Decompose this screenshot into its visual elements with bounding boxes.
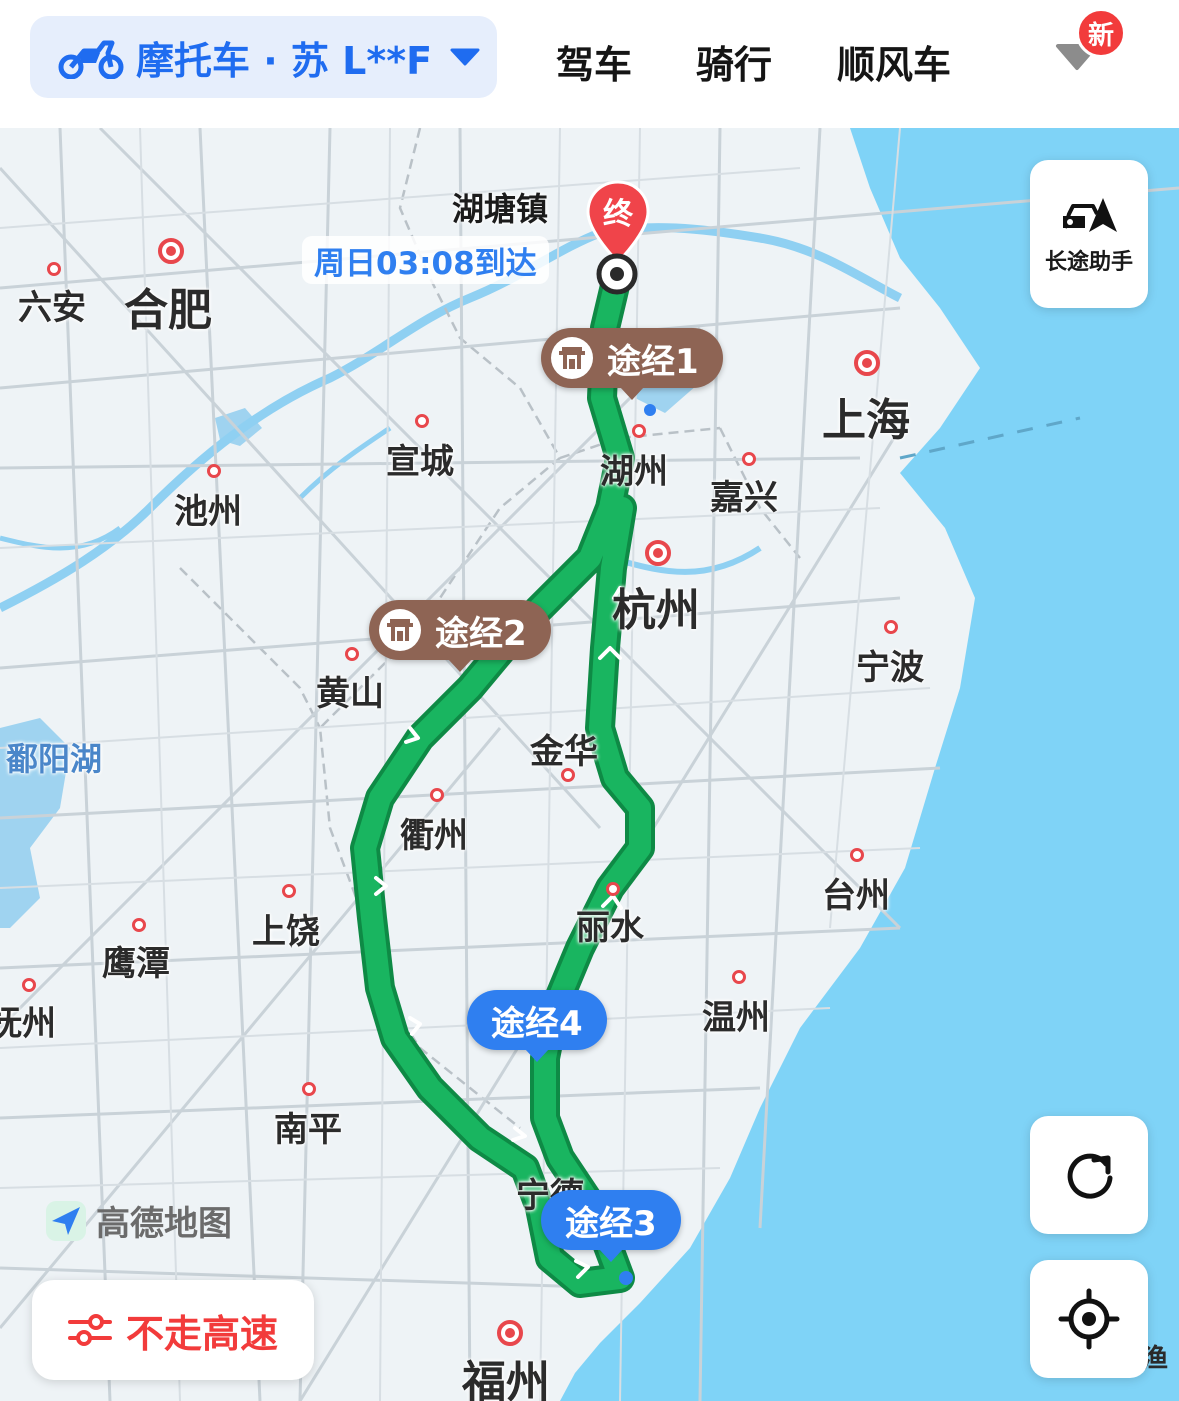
city-label-jiaxing: 嘉兴	[710, 478, 778, 518]
city-label-jinhua: 金华	[530, 732, 598, 772]
city-label-hefei: 合肥	[124, 285, 212, 336]
city-label-wenzhou: 温州	[702, 998, 770, 1038]
waypoint-1-pill[interactable]: 途经1	[541, 328, 723, 400]
city-label-nanping: 南平	[274, 1110, 342, 1150]
city-dot	[732, 970, 746, 984]
city-dot	[632, 424, 646, 438]
tab-drive[interactable]: 驾车	[556, 34, 632, 89]
new-badge: 新	[1076, 8, 1126, 58]
waypoint-4-pill[interactable]: 途经4	[467, 990, 607, 1062]
city-label-yingtan: 鹰潭	[102, 944, 170, 984]
city-dot	[415, 414, 429, 428]
city-dot	[345, 647, 359, 661]
city-label-ningbo: 宁波	[856, 648, 924, 688]
city-label-fuzhou: 福州	[462, 1357, 550, 1401]
capital-dot	[158, 238, 184, 264]
watermark-text: 高德地图	[96, 1204, 232, 1244]
city-dot	[850, 848, 864, 862]
gaode-logo-icon	[46, 1200, 86, 1241]
waypoint-4-label: 途经4	[491, 1003, 583, 1044]
city-dot	[282, 884, 296, 898]
city-label-huzhou: 湖州	[600, 452, 668, 492]
city-label-fuzhou-jiangxi: 抚州	[0, 1004, 56, 1044]
map-view[interactable]: 合肥 六安 上海 宣城 湖州 嘉兴 池州 杭州 宁波 黄山 鄱阳湖 金华 衢州 …	[0, 128, 1179, 1401]
destination-name: 湖塘镇	[452, 190, 549, 228]
avoid-highway-label: 不走高速	[125, 1311, 278, 1356]
locate-icon	[1058, 1288, 1120, 1350]
locate-button[interactable]	[1030, 1260, 1148, 1378]
city-dot	[132, 918, 146, 932]
avoid-highway-button[interactable]: 不走高速	[32, 1280, 314, 1380]
city-label-huangshan: 黄山	[316, 674, 384, 714]
tab-ride[interactable]: 骑行	[696, 34, 772, 89]
lake-label-poyang: 鄱阳湖	[6, 740, 103, 778]
city-label-quzhou: 衢州	[400, 816, 468, 856]
route-line	[350, 258, 655, 1298]
gaode-watermark: 高德地图	[44, 1196, 232, 1245]
long-trip-assistant-button[interactable]: 长途助手	[1030, 160, 1148, 308]
city-dot	[884, 620, 898, 634]
city-label-xuancheng: 宣城	[386, 442, 454, 482]
waypoint-3-pill[interactable]: 途经3	[541, 1190, 681, 1262]
top-bar: 摩托车 · 苏 L**F 驾车 骑行 顺风车 新	[0, 0, 1179, 128]
waypoint-3-label: 途经3	[565, 1203, 657, 1244]
city-label-shanghai: 上海	[822, 395, 910, 446]
city-dot	[430, 788, 444, 802]
refresh-icon	[1067, 1153, 1113, 1199]
waypoint-1-label: 途经1	[607, 341, 699, 382]
city-dot	[606, 882, 620, 896]
gate-icon	[551, 337, 593, 379]
eta-label: 周日03:08到达	[302, 236, 549, 284]
city-dot	[207, 464, 221, 478]
waypoint-2-label: 途经2	[435, 613, 527, 654]
destination-marker-text: 终	[603, 197, 634, 232]
city-dot	[302, 1082, 316, 1096]
city-dot	[47, 262, 61, 276]
city-label-shangrao: 上饶	[252, 912, 320, 952]
vehicle-label: 摩托车 · 苏 L**F	[136, 38, 433, 83]
car-route-icon	[1063, 198, 1117, 232]
gate-icon	[379, 609, 421, 651]
city-dot	[742, 452, 756, 466]
city-label-chizhou: 池州	[174, 492, 242, 532]
city-label-luan: 六安	[18, 288, 86, 328]
city-label-lishui: 丽水	[576, 908, 644, 948]
city-label-hangzhou: 杭州	[612, 585, 700, 636]
long-trip-label: 长途助手	[1044, 250, 1133, 275]
destination-point	[596, 253, 638, 295]
refresh-button[interactable]	[1030, 1116, 1148, 1234]
city-dot	[22, 978, 36, 992]
settings-sliders-icon	[67, 1314, 112, 1346]
vehicle-selector[interactable]: 摩托车 · 苏 L**F	[30, 16, 497, 98]
motorcycle-icon	[58, 40, 124, 79]
city-label-taizhou: 台州	[822, 876, 890, 916]
capital-dot	[854, 350, 880, 376]
waypoint-2-pill[interactable]: 途经2	[369, 600, 551, 672]
capital-dot	[645, 540, 671, 566]
tab-carpool[interactable]: 顺风车	[837, 34, 951, 89]
capital-dot	[497, 1320, 523, 1346]
caret-down-icon	[450, 48, 480, 66]
